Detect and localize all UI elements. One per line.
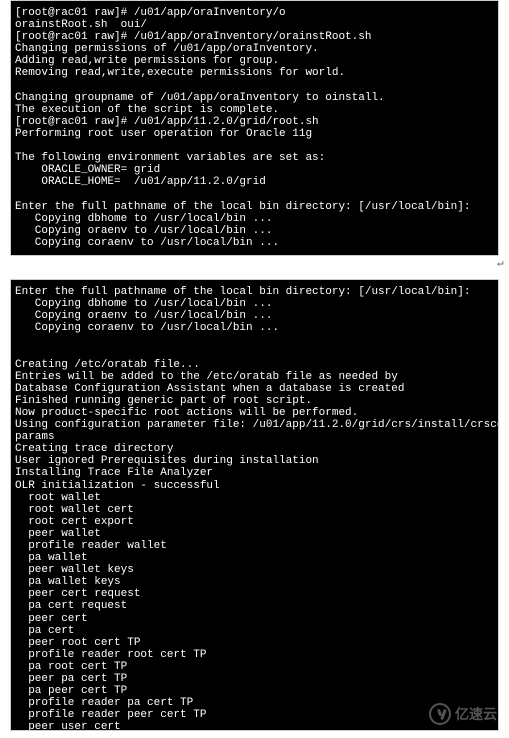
terminal-line: Database Configuration Assistant when a … bbox=[15, 383, 494, 395]
terminal-line: root cert export bbox=[15, 516, 494, 528]
terminal-line: root wallet bbox=[15, 492, 494, 504]
gap-between-blocks bbox=[0, 261, 509, 279]
terminal-line: Copying dbhome to /usr/local/bin ... bbox=[15, 298, 494, 310]
terminal-output-1: [root@rac01 raw]# /u01/app/oraInventory/… bbox=[10, 0, 499, 256]
line-break-mark: ↵ bbox=[497, 256, 504, 269]
terminal-line bbox=[15, 80, 494, 92]
terminal-line: User ignored Prerequisites during instal… bbox=[15, 455, 494, 467]
terminal-line: Using configuration parameter file: /u01… bbox=[15, 419, 494, 431]
terminal-line: Entries will be added to the /etc/oratab… bbox=[15, 371, 494, 383]
terminal-line: The execution of the script is complete. bbox=[15, 104, 494, 116]
watermark-icon bbox=[429, 703, 451, 725]
terminal-line: peer wallet bbox=[15, 528, 494, 540]
terminal-line: Now product-specific root actions will b… bbox=[15, 407, 494, 419]
terminal-line: pa peer cert TP bbox=[15, 685, 494, 697]
terminal-line: profile reader root cert TP bbox=[15, 649, 494, 661]
terminal-line: The following environment variables are … bbox=[15, 152, 494, 164]
terminal-line: Copying coraenv to /usr/local/bin ... bbox=[15, 237, 494, 249]
terminal-line: orainstRoot.sh oui/ bbox=[15, 19, 494, 31]
terminal-line: OLR initialization - successful bbox=[15, 480, 494, 492]
terminal-line: Removing read,write,execute permissions … bbox=[15, 67, 494, 79]
terminal-line: pa cert bbox=[15, 625, 494, 637]
terminal-line: pa cert request bbox=[15, 600, 494, 612]
terminal-line bbox=[15, 334, 494, 346]
terminal-line: [root@rac01 raw]# /u01/app/oraInventory/… bbox=[15, 7, 494, 19]
terminal-line: Copying oraenv to /usr/local/bin ... bbox=[15, 225, 494, 237]
terminal-line: Copying coraenv to /usr/local/bin ... bbox=[15, 322, 494, 334]
terminal-line: profile reader wallet bbox=[15, 540, 494, 552]
terminal-line: pa wallet bbox=[15, 552, 494, 564]
terminal-line: ORACLE_HOME= /u01/app/11.2.0/grid bbox=[15, 176, 494, 188]
terminal-line: Changing groupname of /u01/app/oraInvent… bbox=[15, 92, 494, 104]
watermark-logo: 亿速云 bbox=[429, 703, 497, 725]
terminal-line: Copying dbhome to /usr/local/bin ... bbox=[15, 213, 494, 225]
terminal-line: peer pa cert TP bbox=[15, 673, 494, 685]
terminal-line: Performing root user operation for Oracl… bbox=[15, 128, 494, 140]
terminal-line: Finished running generic part of root sc… bbox=[15, 395, 494, 407]
terminal-line: Adding read,write permissions for group. bbox=[15, 55, 494, 67]
terminal-line: [root@rac01 raw]# /u01/app/oraInventory/… bbox=[15, 31, 494, 43]
terminal-line: peer root cert TP bbox=[15, 637, 494, 649]
terminal-line: peer cert request bbox=[15, 588, 494, 600]
terminal-line bbox=[15, 140, 494, 152]
watermark-text: 亿速云 bbox=[455, 704, 497, 724]
terminal-line: Copying oraenv to /usr/local/bin ... bbox=[15, 310, 494, 322]
terminal-line: ORACLE_OWNER= grid bbox=[15, 164, 494, 176]
terminal-line: Enter the full pathname of the local bin… bbox=[15, 201, 494, 213]
terminal-line: pa root cert TP bbox=[15, 661, 494, 673]
terminal-line: Changing permissions of /u01/app/oraInve… bbox=[15, 43, 494, 55]
terminal-line: Creating trace directory bbox=[15, 443, 494, 455]
terminal-line: Enter the full pathname of the local bin… bbox=[15, 286, 494, 298]
terminal-output-2: Enter the full pathname of the local bin… bbox=[10, 279, 499, 731]
terminal-line: [root@rac01 raw]# /u01/app/11.2.0/grid/r… bbox=[15, 116, 494, 128]
terminal-line: params bbox=[15, 431, 494, 443]
terminal-line: peer wallet keys bbox=[15, 564, 494, 576]
terminal-line: pa wallet keys bbox=[15, 576, 494, 588]
terminal-line bbox=[15, 346, 494, 358]
terminal-line: profile reader peer cert TP bbox=[15, 709, 494, 721]
terminal-line: peer cert bbox=[15, 613, 494, 625]
terminal-line: root wallet cert bbox=[15, 504, 494, 516]
terminal-line: Creating /etc/oratab file... bbox=[15, 359, 494, 371]
terminal-line: Installing Trace File Analyzer bbox=[15, 467, 494, 479]
terminal-line: profile reader pa cert TP bbox=[15, 697, 494, 709]
terminal-line bbox=[15, 188, 494, 200]
terminal-line: peer user cert bbox=[15, 721, 494, 731]
